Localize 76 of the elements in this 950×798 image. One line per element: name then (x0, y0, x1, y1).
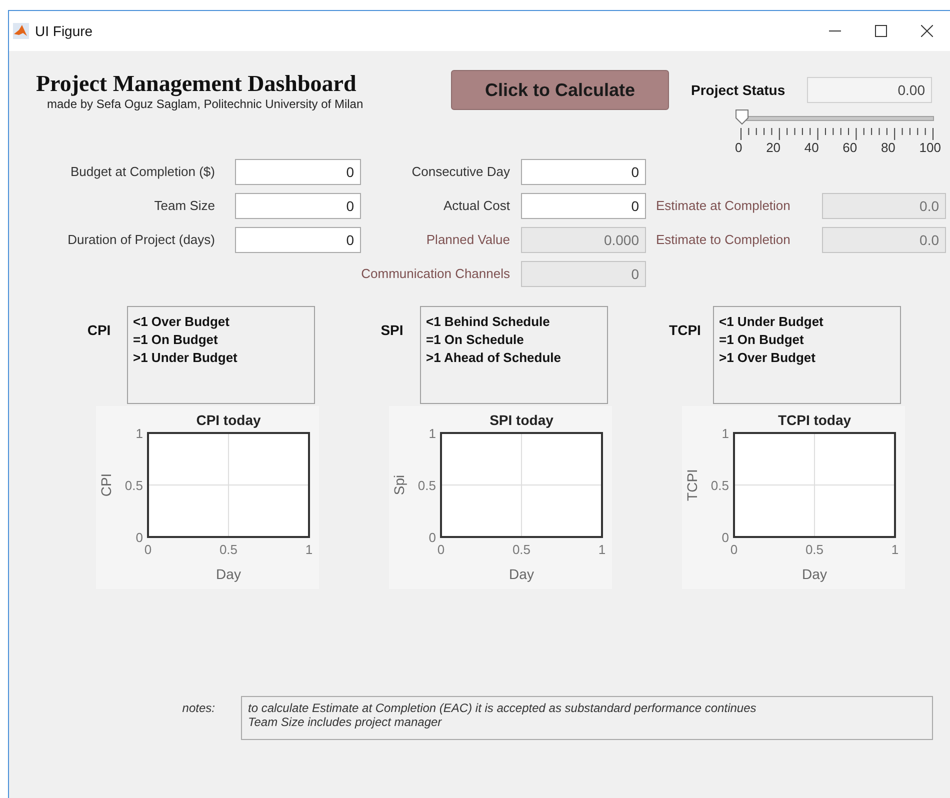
indicator-label: TCPI (668, 321, 702, 338)
axis-label: Spi (391, 474, 407, 496)
tick-label: 0.5 (124, 478, 143, 493)
tick-label: 0 (428, 530, 436, 545)
legend-line: =1 On Schedule (426, 331, 524, 349)
field-label: Planned Value (425, 231, 510, 250)
legend-line: <1 Behind Schedule (426, 313, 550, 331)
number-field: 0.0 (822, 227, 946, 253)
tick-label: 60 (842, 140, 858, 155)
legend-line: >1 Over Budget (719, 349, 816, 367)
legend-line: >1 Ahead of Schedule (426, 349, 561, 367)
status-label: Project Status (691, 80, 786, 100)
legend-line: >1 Under Budget (133, 349, 238, 367)
tick-label: 0 (722, 530, 729, 545)
legend-line: <1 Under Budget (719, 313, 824, 331)
tick-label: 0.5 (219, 542, 238, 557)
tick-label: 20 (766, 140, 781, 155)
field-label: Communication Channels (361, 265, 510, 284)
tick-label: 1 (598, 542, 606, 557)
tick-label: 0.5 (805, 542, 824, 557)
field-label: Estimate at Completion (656, 197, 792, 216)
tick-label: 1 (891, 542, 899, 557)
legend-line: =1 On Budget (133, 331, 218, 349)
chart-title: TCPI today (778, 412, 852, 428)
close-icon (921, 25, 933, 37)
number-field[interactable]: 0 (521, 159, 646, 185)
dashboard-subtitle: made by Sefa Oguz Saglam, Politechnic University of Milan (47, 97, 364, 112)
tick-label: 0.5 (418, 478, 436, 493)
notes-label: notes: (181, 700, 216, 714)
axis-label: Day (509, 566, 534, 582)
field-label: Estimate to Completion (656, 231, 792, 250)
axis-label: Day (216, 566, 241, 582)
tick-label: 1 (722, 426, 729, 441)
tick-label: 0 (735, 140, 742, 155)
field-label: Team Size (153, 197, 215, 216)
tick-label: 0 (144, 542, 152, 557)
calculate-button[interactable]: Click to Calculate (451, 70, 669, 110)
number-field[interactable]: 0 (235, 193, 361, 219)
dashboard-title: Project Management Dashboard (36, 71, 356, 97)
tick-label: 0 (730, 542, 738, 557)
legend-line: <1 Over Budget (133, 313, 230, 331)
tick-label: 40 (804, 140, 819, 155)
notes-line: Team Size includes project manager (248, 715, 442, 729)
number-field[interactable]: 0 (235, 227, 361, 253)
number-field: 0.000 (521, 227, 646, 253)
app-logo-icon (13, 23, 29, 39)
tick-label: 80 (880, 140, 896, 155)
chart-title: CPI today (196, 412, 261, 428)
indicator-label: SPI (380, 321, 404, 338)
status-field: 0.00 (807, 77, 932, 103)
field-label: Budget at Completion ($) (69, 163, 215, 182)
maximize-icon (875, 25, 887, 37)
number-field[interactable]: 0 (235, 159, 361, 185)
legend-line: =1 On Budget (719, 331, 804, 349)
number-field: 0 (521, 261, 646, 287)
tick-label: 100 (919, 140, 941, 155)
tick-label: 1 (136, 426, 143, 441)
slider-thumb[interactable] (735, 109, 749, 125)
axis-label: TCPI (684, 469, 700, 501)
tick-label: 0.5 (512, 542, 531, 557)
axis-label: CPI (98, 473, 114, 497)
tick-label: 0 (136, 530, 143, 545)
number-field: 0.0 (822, 193, 946, 219)
notes-line: to calculate Estimate at Completion (EAC) it is accepted as substandard performance continues (248, 701, 756, 715)
number-field[interactable]: 0 (521, 193, 646, 219)
field-label: Consecutive Day (410, 163, 510, 182)
window-title: UI Figure (35, 22, 93, 41)
tick-label: 0 (437, 542, 445, 557)
tick-label: 1 (428, 426, 436, 441)
tick-label: 1 (305, 542, 313, 557)
axis-label: Day (802, 566, 827, 582)
field-label: Actual Cost (442, 197, 510, 216)
indicator-label: CPI (86, 321, 112, 338)
tick-label: 0.5 (710, 478, 729, 493)
field-label: Duration of Project (days) (66, 231, 215, 250)
chart-title: SPI today (490, 412, 554, 428)
